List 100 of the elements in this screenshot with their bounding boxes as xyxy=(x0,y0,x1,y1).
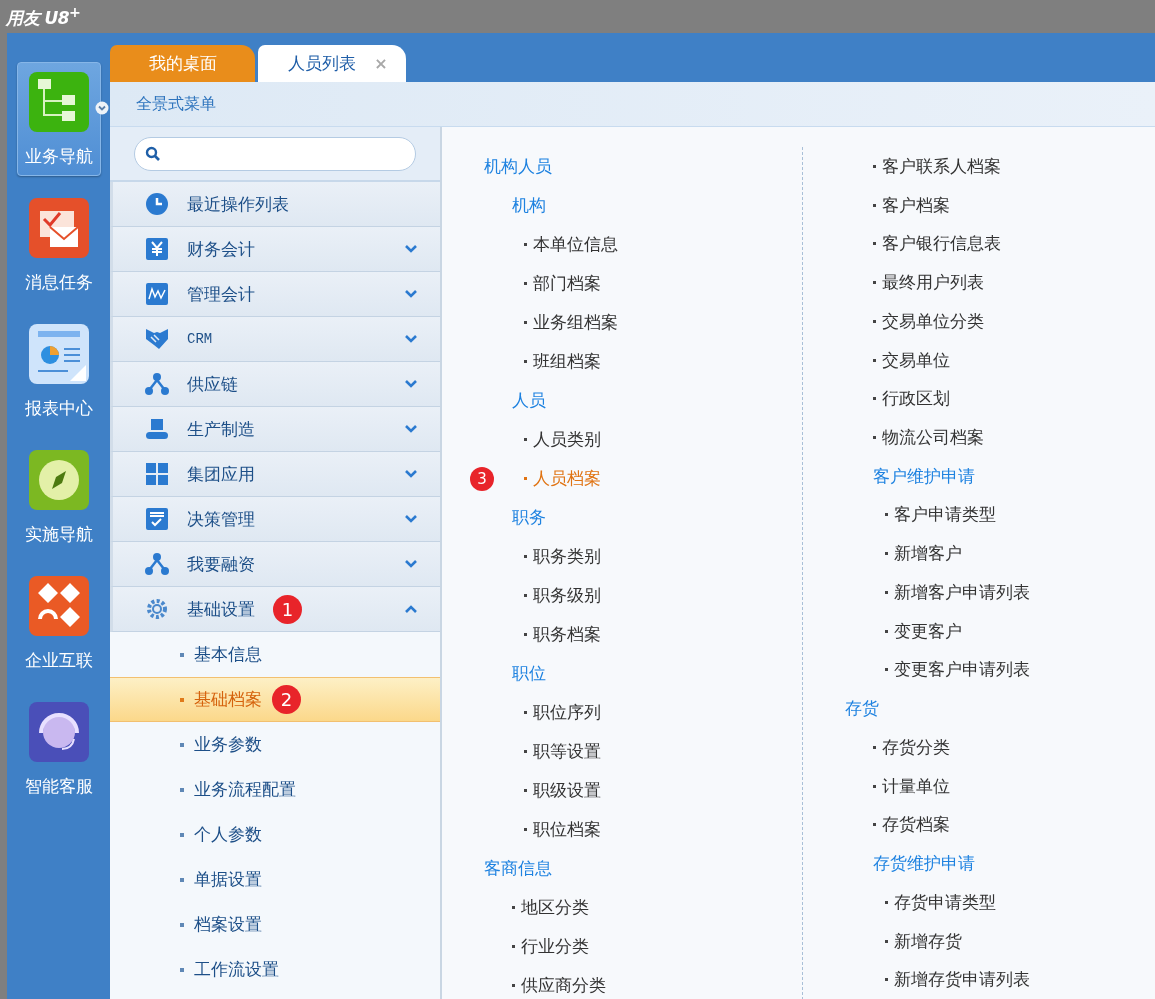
archive-link[interactable]: 交易单位 xyxy=(882,348,950,372)
menu-item[interactable]: 生产制造 xyxy=(110,407,440,452)
archive-link[interactable]: 职务档案 xyxy=(533,623,601,646)
nav-item[interactable]: 实施导航 xyxy=(16,440,101,554)
bullet-icon xyxy=(885,668,888,672)
bullet-icon xyxy=(524,282,527,285)
menu-item[interactable]: 我要融资 xyxy=(110,542,440,587)
category-heading: 客商信息 xyxy=(484,857,552,880)
bullet-icon xyxy=(180,877,184,882)
archive-link[interactable]: 职级设置 xyxy=(533,779,601,802)
chevron-down-icon xyxy=(404,379,418,389)
chevron-down-icon xyxy=(404,559,418,569)
archive-link[interactable]: 地区分类 xyxy=(521,896,589,919)
submenu-item[interactable]: 单据设置 xyxy=(110,857,440,902)
archive-link[interactable]: 行政区划 xyxy=(882,387,950,411)
step-badge: 1 xyxy=(273,594,302,624)
archive-link[interactable]: 班组档案 xyxy=(533,350,601,373)
archive-link[interactable]: 存货档案 xyxy=(882,813,950,837)
menu-item[interactable]: 集团应用 xyxy=(110,452,440,497)
bullet-icon xyxy=(180,652,184,657)
bullet-icon xyxy=(524,633,527,636)
menu-item[interactable]: 基础设置 1 xyxy=(110,587,440,632)
bullet-icon xyxy=(180,832,184,837)
search-field[interactable] xyxy=(134,136,416,171)
archive-link[interactable]: 新增存货申请列表 xyxy=(894,968,1030,992)
step-badge: 2 xyxy=(272,685,301,714)
archive-link[interactable]: 客户联系人档案 xyxy=(882,154,1001,178)
submenu-item[interactable]: 个人参数 xyxy=(110,812,440,857)
chevron-up-icon xyxy=(404,604,418,614)
menu-item[interactable]: 决策管理 xyxy=(110,497,440,542)
archive-link[interactable]: 职务类别 xyxy=(533,545,601,568)
archive-link[interactable]: 新增客户申请列表 xyxy=(894,580,1030,604)
nav-item[interactable]: 消息任务 xyxy=(16,188,101,302)
bullet-icon xyxy=(873,164,876,168)
archive-link[interactable]: 职位档案 xyxy=(533,818,601,841)
menu-item[interactable]: 供应链 xyxy=(110,362,440,407)
bullet-icon xyxy=(873,745,876,749)
archive-link[interactable]: 新增存货 xyxy=(894,929,962,953)
menu-item[interactable]: 最近操作列表 xyxy=(110,182,440,227)
archive-link[interactable]: 职位序列 xyxy=(533,701,601,724)
dropdown-icon[interactable] xyxy=(94,101,109,115)
menu-item[interactable]: CRM xyxy=(110,317,440,362)
step-badge: 3 xyxy=(470,466,494,491)
archive-link[interactable]: 客户银行信息表 xyxy=(882,232,1001,256)
bullet-icon xyxy=(885,629,888,633)
archive-link[interactable]: 职务级别 xyxy=(533,584,601,607)
bullet-icon xyxy=(524,789,527,792)
tab[interactable]: 人员列表 × xyxy=(258,45,406,82)
archive-link[interactable]: 客户档案 xyxy=(882,193,950,217)
chevron-down-icon xyxy=(404,244,418,254)
archive-link[interactable]: 业务组档案 xyxy=(533,311,618,334)
subcategory-heading: 职务 xyxy=(512,506,546,529)
nav-item[interactable]: 企业互联 xyxy=(16,566,101,680)
archive-link[interactable]: 存货申请类型 xyxy=(894,890,996,914)
bullet-icon xyxy=(873,784,876,788)
submenu-item[interactable]: 基本信息 xyxy=(110,632,440,677)
nav-item[interactable]: 报表中心 xyxy=(16,314,101,428)
bullet-icon xyxy=(524,477,527,480)
nav-item[interactable]: 智能客服 xyxy=(16,692,101,806)
subcategory-heading: 存货维护申请 xyxy=(873,852,975,876)
archive-link[interactable]: 本单位信息 xyxy=(533,233,618,256)
archive-link[interactable]: 职等设置 xyxy=(533,740,601,763)
menu-item[interactable]: 财务会计 xyxy=(110,227,440,272)
archive-link[interactable]: 部门档案 xyxy=(533,272,601,295)
bullet-icon xyxy=(873,319,876,323)
archive-link[interactable]: 存货分类 xyxy=(882,735,950,759)
bullet-icon xyxy=(873,436,876,439)
subcategory-heading: 人员 xyxy=(512,389,546,412)
archive-link[interactable]: 交易单位分类 xyxy=(882,309,984,333)
bullet-icon xyxy=(885,978,888,982)
checklist-icon xyxy=(145,507,169,531)
submenu-item[interactable]: 业务流程配置 xyxy=(110,767,440,812)
bullet-icon xyxy=(180,967,184,972)
bullet-icon xyxy=(873,281,876,285)
archive-link[interactable]: 行业分类 xyxy=(521,935,589,958)
archive-link[interactable]: 最终用户列表 xyxy=(882,271,984,295)
bullet-icon xyxy=(873,358,876,362)
report-icon xyxy=(27,322,90,385)
envelope-icon xyxy=(27,196,90,259)
submenu-item[interactable]: 档案设置 xyxy=(110,902,440,947)
archive-link[interactable]: 人员类别 xyxy=(533,428,601,451)
submenu-item[interactable]: 基础档案 2 xyxy=(110,677,440,722)
archive-link[interactable]: 供应商分类 xyxy=(521,974,606,997)
archive-link[interactable]: 变更客户申请列表 xyxy=(894,658,1030,682)
bullet-icon xyxy=(873,203,876,207)
subcategory-heading: 职位 xyxy=(512,662,546,685)
bullet-icon xyxy=(524,828,527,831)
bullet-icon xyxy=(873,823,876,827)
archive-link[interactable]: 计量单位 xyxy=(882,774,950,798)
submenu-item[interactable]: 业务参数 xyxy=(110,722,440,767)
menu-item[interactable]: 管理会计 xyxy=(110,272,440,317)
archive-link[interactable]: 客户申请类型 xyxy=(894,503,996,527)
nodes-icon xyxy=(145,552,169,576)
compass-icon xyxy=(27,448,90,511)
archive-link[interactable]: 物流公司档案 xyxy=(882,426,984,449)
submenu-item[interactable]: 工作流设置 xyxy=(110,947,440,992)
archive-link[interactable]: 变更客户 xyxy=(894,619,962,643)
archive-link[interactable]: 新增客户 xyxy=(894,542,962,566)
chevron-down-icon xyxy=(404,424,418,434)
subcategory-heading: 机构 xyxy=(512,194,546,217)
